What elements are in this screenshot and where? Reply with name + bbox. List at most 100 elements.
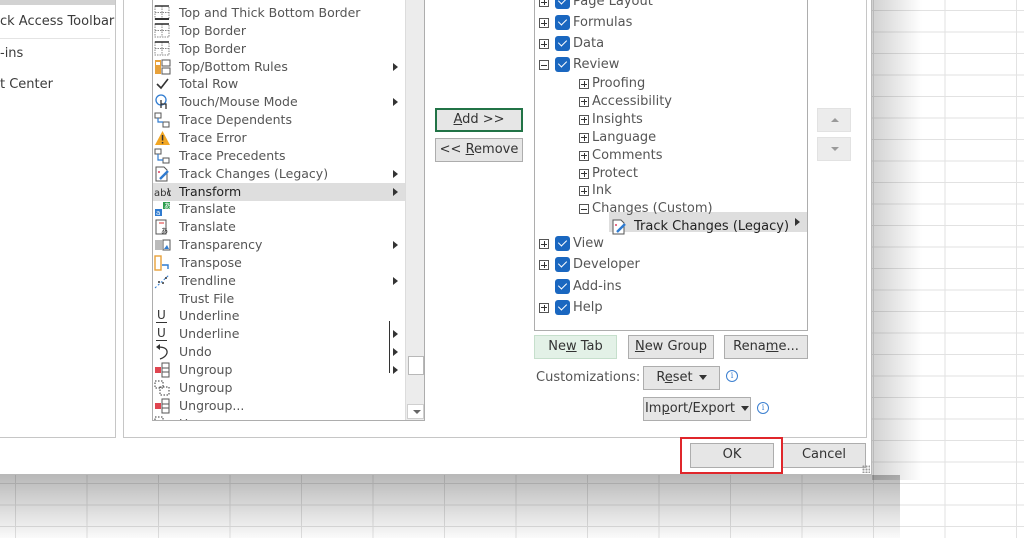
tree-node[interactable]: Ink <box>535 182 805 200</box>
expand-icon[interactable] <box>579 168 589 179</box>
commands-list[interactable]: Ungroup Ungroup... Ungroup Ungroup Undo U Unde… <box>152 0 425 421</box>
tree-node-label: Changes (Custom) <box>592 201 713 217</box>
command-item[interactable]: Top Border <box>153 22 405 40</box>
tree-node[interactable]: Formulas <box>535 14 805 32</box>
checkmark-icon <box>154 76 171 92</box>
expand-icon[interactable] <box>579 114 589 125</box>
tree-node[interactable]: Protect <box>535 165 805 183</box>
command-item[interactable]: a あ Translate <box>153 200 405 218</box>
customizations-label: Customizations: <box>536 370 641 385</box>
nav-item-add-ins[interactable]: -ins <box>0 43 23 65</box>
command-item[interactable]: Ungroup <box>153 379 405 397</box>
command-item[interactable]: Touch/Mouse Mode <box>153 93 405 111</box>
tab-checkbox[interactable] <box>555 257 570 273</box>
command-item[interactable]: Ungroup <box>153 415 405 420</box>
command-item[interactable]: Track Changes (Legacy) <box>153 165 405 183</box>
add-button[interactable]: Add >> <box>435 108 523 132</box>
tree-node[interactable]: Help <box>535 299 805 317</box>
collapse-icon[interactable] <box>579 204 589 215</box>
new-tab-button[interactable]: New Tab <box>534 335 617 359</box>
tree-node[interactable]: Data <box>535 35 805 53</box>
tree-node[interactable]: Add-ins <box>535 278 805 296</box>
submenu-arrow-icon <box>393 330 398 339</box>
expand-icon[interactable] <box>579 150 589 161</box>
command-item[interactable]: Top and Thick Bottom Border <box>153 4 405 22</box>
expand-icon[interactable] <box>579 186 589 197</box>
trace-precedents-icon <box>154 148 171 164</box>
expand-icon[interactable] <box>579 132 589 143</box>
ungroup-icon <box>154 362 171 378</box>
touch-mouse-icon <box>154 94 171 110</box>
tree-node[interactable]: Review <box>535 56 805 74</box>
move-up-button[interactable] <box>817 108 851 132</box>
expand-icon[interactable] <box>539 18 549 28</box>
tab-checkbox[interactable] <box>555 57 570 72</box>
collapse-icon[interactable] <box>539 60 549 70</box>
nav-item-trust-center[interactable]: t Center <box>0 74 53 96</box>
command-item[interactable]: U Underline <box>153 325 405 343</box>
tab-checkbox[interactable] <box>555 299 570 315</box>
resize-grip-icon[interactable] <box>862 465 870 473</box>
command-item[interactable]: Ungroup <box>153 361 405 379</box>
import-export-dropdown[interactable]: Import/Export <box>643 397 751 421</box>
tree-node[interactable]: Language <box>535 129 805 147</box>
tab-checkbox[interactable] <box>555 0 570 9</box>
command-label: Top Border <box>179 40 246 56</box>
options-nav: ck Access Toolbar -ins t Center <box>0 0 116 438</box>
command-item[interactable]: Ungroup... <box>153 397 405 415</box>
expand-icon[interactable] <box>539 239 549 249</box>
command-item[interactable]: Undo <box>153 343 405 361</box>
info-icon[interactable]: i <box>726 370 738 382</box>
command-item[interactable]: あ Translate <box>153 218 405 236</box>
tree-node[interactable]: View <box>535 235 805 253</box>
rename-button[interactable]: Rename... <box>724 335 808 359</box>
expand-icon[interactable] <box>579 79 589 89</box>
command-item[interactable]: Trust File <box>153 290 405 308</box>
tab-checkbox[interactable] <box>555 36 570 51</box>
command-item[interactable]: Transparency <box>153 236 405 254</box>
expand-icon[interactable] <box>579 96 589 107</box>
command-item[interactable]: Top Border <box>153 40 405 58</box>
scroll-down-button[interactable] <box>407 404 424 419</box>
tree-node[interactable]: Comments <box>535 147 805 165</box>
scrollbar-thumb[interactable] <box>408 356 424 375</box>
tree-node[interactable]: Track Changes (Legacy) <box>535 218 805 236</box>
list-divider <box>389 321 390 373</box>
command-item[interactable]: Top/Bottom Rules <box>153 58 405 76</box>
tree-node-label: Developer <box>573 257 640 273</box>
expand-icon[interactable] <box>539 302 549 313</box>
tree-node[interactable]: Page Layout <box>535 0 805 11</box>
cancel-button[interactable]: Cancel <box>782 443 866 468</box>
command-item[interactable]: Trace Error <box>153 129 405 147</box>
tab-checkbox[interactable] <box>555 278 570 294</box>
tree-node[interactable]: Changes (Custom) <box>535 200 805 218</box>
info-icon[interactable]: i <box>757 402 769 414</box>
commands-scrollbar[interactable] <box>405 0 424 420</box>
command-item[interactable]: abc Transform <box>153 182 405 201</box>
command-item[interactable]: Total Row <box>153 75 405 93</box>
command-item[interactable]: U Underline <box>153 307 405 325</box>
tree-node[interactable]: Developer <box>535 256 805 274</box>
tree-node[interactable]: Accessibility <box>535 93 805 111</box>
ribbon-tabs-tree[interactable]: Page Layout Formulas Data Review Proofing Acc… <box>534 0 808 331</box>
move-down-button[interactable] <box>817 137 851 161</box>
remove-button[interactable]: << Remove <box>435 138 523 162</box>
reset-dropdown[interactable]: Reset <box>643 366 720 390</box>
new-group-button[interactable]: New Group <box>628 335 714 359</box>
expand-icon[interactable] <box>539 260 549 271</box>
command-item[interactable]: Trendline <box>153 272 405 290</box>
command-item[interactable]: Trace Precedents <box>153 147 405 165</box>
nav-selected-item[interactable] <box>0 0 115 5</box>
command-item[interactable]: Trace Dependents <box>153 111 405 129</box>
tree-node[interactable]: Insights <box>535 111 805 129</box>
tab-checkbox[interactable] <box>555 236 570 251</box>
tree-node[interactable]: Proofing <box>535 75 805 93</box>
expand-icon[interactable] <box>539 0 549 7</box>
warning-icon <box>154 130 171 146</box>
command-item[interactable]: Transpose <box>153 254 405 272</box>
tab-checkbox[interactable] <box>555 15 570 30</box>
command-label: Translate <box>179 219 236 235</box>
expand-icon[interactable] <box>539 39 549 49</box>
new-tab-access-key: w <box>565 339 577 354</box>
nav-item-quick-access-toolbar[interactable]: ck Access Toolbar <box>0 11 114 33</box>
